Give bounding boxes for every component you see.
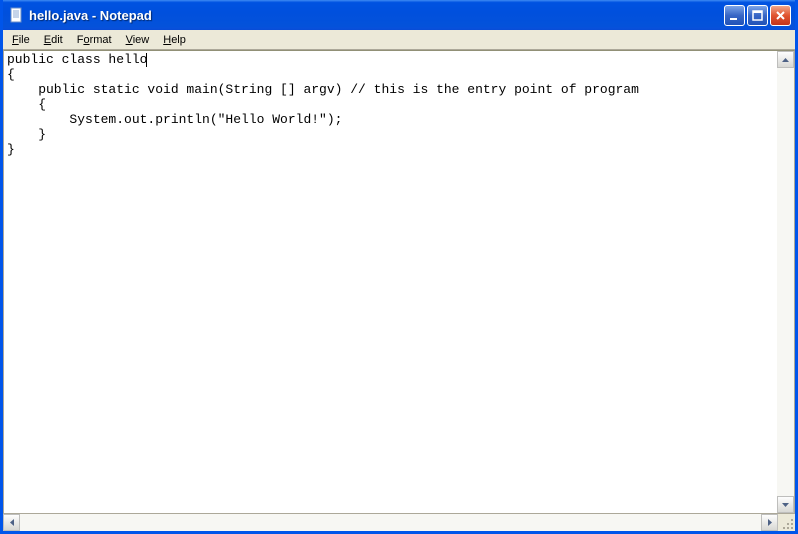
scroll-right-button[interactable] bbox=[761, 514, 778, 531]
minimize-button[interactable] bbox=[724, 5, 745, 26]
horizontal-scrollbar[interactable] bbox=[3, 514, 778, 531]
title-bar[interactable]: hello.java - Notepad bbox=[3, 0, 795, 30]
scroll-up-button[interactable] bbox=[777, 51, 794, 68]
scroll-track-horizontal[interactable] bbox=[20, 514, 761, 531]
scroll-down-button[interactable] bbox=[777, 496, 794, 513]
scroll-left-button[interactable] bbox=[3, 514, 20, 531]
menu-bar: File Edit Format View Help bbox=[3, 30, 795, 50]
scroll-track-vertical[interactable] bbox=[777, 68, 794, 496]
editor-container: public class hello { public static void … bbox=[3, 50, 795, 514]
window-title: hello.java - Notepad bbox=[29, 8, 724, 23]
text-editor[interactable]: public class hello { public static void … bbox=[4, 51, 777, 513]
maximize-button[interactable] bbox=[747, 5, 768, 26]
menu-view[interactable]: View bbox=[119, 32, 157, 48]
horizontal-scroll-row bbox=[3, 514, 795, 531]
menu-file[interactable]: File bbox=[5, 32, 37, 48]
vertical-scrollbar[interactable] bbox=[777, 51, 794, 513]
menu-format[interactable]: Format bbox=[70, 32, 119, 48]
menu-edit[interactable]: Edit bbox=[37, 32, 70, 48]
menu-help[interactable]: Help bbox=[156, 32, 193, 48]
notepad-icon bbox=[9, 7, 25, 23]
window-controls bbox=[724, 5, 791, 26]
resize-grip[interactable] bbox=[778, 514, 795, 531]
notepad-window: hello.java - Notepad File Edit Format Vi… bbox=[0, 0, 798, 534]
close-button[interactable] bbox=[770, 5, 791, 26]
